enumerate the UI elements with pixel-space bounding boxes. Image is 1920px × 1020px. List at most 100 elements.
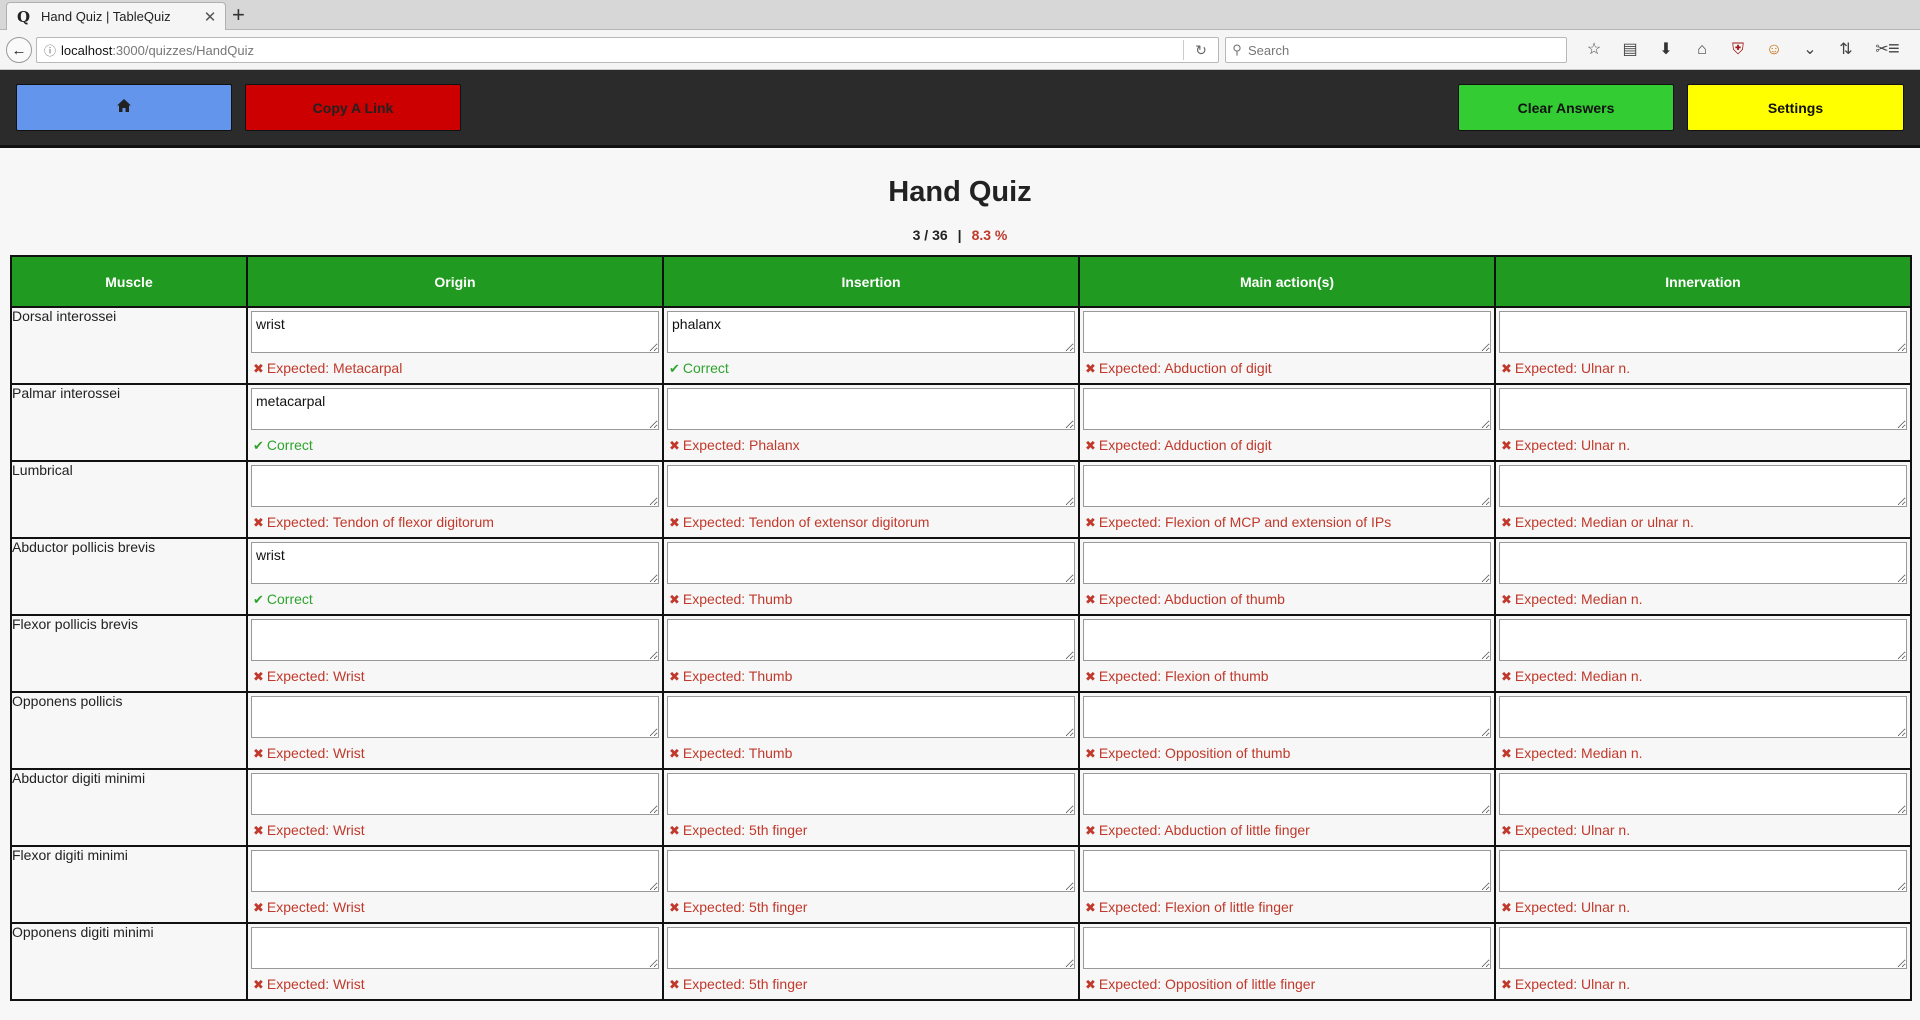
cross-icon: ✖ (1501, 823, 1512, 838)
bookmark-star-icon[interactable]: ☆ (1576, 38, 1612, 62)
extension-face-icon[interactable]: ☺ (1756, 38, 1792, 62)
answer-cell-innervation: ✖ Expected: Ulnar n. (1494, 768, 1912, 847)
answer-input-main-actions[interactable] (1083, 542, 1491, 584)
quiz-table-body: Dorsal interossei✖Expected: Metacarpal✔C… (10, 306, 1912, 1001)
answer-input-origin[interactable] (251, 927, 659, 969)
feedback-text: Expected: Ulnar n. (1514, 437, 1631, 453)
answer-input-insertion[interactable] (667, 542, 1075, 584)
feedback-expected: ✖ Expected: Ulnar n. (1499, 360, 1907, 377)
column-header-main-actions: Main action(s) (1078, 255, 1496, 308)
answer-input-main-actions[interactable] (1083, 850, 1491, 892)
table-row: Opponens digiti minimi ✖ Expected: Wrist ✖ E… (10, 922, 1912, 1001)
answer-cell-insertion: ✔Correct (662, 306, 1080, 385)
answer-input-origin[interactable] (251, 465, 659, 507)
answer-input-main-actions[interactable] (1083, 696, 1491, 738)
back-arrow-icon[interactable]: ← (6, 37, 32, 63)
answer-input-main-actions[interactable] (1083, 388, 1491, 430)
answer-input-innervation[interactable] (1499, 773, 1907, 815)
answer-input-insertion[interactable] (667, 311, 1075, 353)
feedback-text: Expected: Wrist (266, 745, 365, 761)
answer-input-insertion[interactable] (667, 927, 1075, 969)
cross-icon: ✖ (669, 977, 680, 992)
quiz-table: Muscle Origin Insertion Main action(s) I… (10, 255, 1912, 1001)
pocket-chevron-icon[interactable]: ⌄ (1792, 38, 1828, 62)
browser-tab-strip: Q Hand Quiz | TableQuiz ✕ + (0, 0, 1920, 30)
answer-input-main-actions[interactable] (1083, 465, 1491, 507)
settings-button[interactable]: Settings (1687, 84, 1904, 131)
hamburger-menu-icon[interactable]: ≡ (1888, 38, 1900, 61)
answer-input-origin[interactable] (251, 542, 659, 584)
reading-list-icon[interactable]: ▤ (1612, 38, 1648, 62)
column-header-innervation: Innervation (1494, 255, 1912, 308)
column-header-insertion: Insertion (662, 255, 1080, 308)
feedback-expected: ✖ Expected: 5th finger (667, 899, 1075, 916)
feedback-text: Expected: Tendon of extensor digitorum (682, 514, 930, 530)
answer-input-innervation[interactable] (1499, 465, 1907, 507)
feedback-expected: ✖ Expected: 5th finger (667, 976, 1075, 993)
answer-cell-origin: ✖ Expected: Tendon of flexor digitorum (246, 460, 664, 539)
answer-input-innervation[interactable] (1499, 927, 1907, 969)
feedback-text: Expected: Flexion of little finger (1098, 899, 1294, 915)
answer-input-innervation[interactable] (1499, 542, 1907, 584)
cross-icon: ✖ (1501, 669, 1512, 684)
table-row: Abductor digiti minimi ✖ Expected: Wrist ✖ E… (10, 768, 1912, 847)
check-icon: ✔ (253, 592, 264, 607)
answer-input-innervation[interactable] (1499, 619, 1907, 661)
cross-icon: ✖ (1501, 900, 1512, 915)
answer-input-origin[interactable] (251, 619, 659, 661)
reload-icon[interactable]: ↻ (1183, 40, 1218, 60)
answer-input-origin[interactable] (251, 773, 659, 815)
feedback-text: Correct (266, 437, 313, 453)
answer-input-origin[interactable] (251, 388, 659, 430)
answer-input-innervation[interactable] (1499, 696, 1907, 738)
answer-cell-innervation: ✖ Expected: Median n. (1494, 537, 1912, 616)
answer-input-main-actions[interactable] (1083, 619, 1491, 661)
muscle-name: Opponens pollicis (10, 691, 248, 770)
answer-input-innervation[interactable] (1499, 388, 1907, 430)
answer-input-insertion[interactable] (667, 850, 1075, 892)
score-count: 3 / 36 (912, 227, 948, 243)
close-tab-icon[interactable]: ✕ (201, 8, 219, 26)
answer-input-innervation[interactable] (1499, 311, 1907, 353)
copy-link-button[interactable]: Copy A Link (245, 84, 461, 131)
ublock-shield-icon[interactable]: ⛨ (1720, 38, 1756, 62)
cross-icon: ✖ (1085, 515, 1096, 530)
answer-input-main-actions[interactable] (1083, 927, 1491, 969)
answer-cell-innervation: ✖ Expected: Median n. (1494, 691, 1912, 770)
clear-answers-button[interactable]: Clear Answers (1458, 84, 1674, 131)
cross-icon: ✖ (669, 669, 680, 684)
browser-search-input[interactable]: ⚲ Search (1225, 37, 1567, 63)
answer-input-innervation[interactable] (1499, 850, 1907, 892)
answer-input-insertion[interactable] (667, 465, 1075, 507)
sync-arrows-icon[interactable]: ⇅ (1828, 38, 1864, 62)
url-bar[interactable]: ⓘ localhost:3000/quizzes/HandQuiz ↻ (36, 37, 1219, 63)
answer-input-insertion[interactable] (667, 619, 1075, 661)
muscle-name: Opponens digiti minimi (10, 922, 248, 1001)
answer-input-main-actions[interactable] (1083, 773, 1491, 815)
feedback-text: Expected: Ulnar n. (1514, 899, 1631, 915)
answer-input-insertion[interactable] (667, 773, 1075, 815)
browser-tab[interactable]: Q Hand Quiz | TableQuiz ✕ (6, 2, 226, 30)
answer-input-origin[interactable] (251, 311, 659, 353)
feedback-text: Expected: Metacarpal (266, 360, 403, 376)
feedback-expected: ✖ Expected: Flexion of MCP and extension … (1083, 514, 1491, 531)
answer-input-origin[interactable] (251, 696, 659, 738)
feedback-expected: ✖ Expected: Ulnar n. (1499, 437, 1907, 454)
cross-icon: ✖ (1085, 823, 1096, 838)
answer-input-insertion[interactable] (667, 696, 1075, 738)
feedback-expected: ✖ Expected: Adduction of digit (1083, 437, 1491, 454)
cross-icon: ✖ (1085, 438, 1096, 453)
answer-input-origin[interactable] (251, 850, 659, 892)
download-icon[interactable]: ⬇ (1648, 38, 1684, 62)
feedback-text: Correct (682, 360, 729, 376)
answer-cell-insertion: ✖ Expected: Thumb (662, 614, 1080, 693)
table-row: Flexor pollicis brevis ✖ Expected: Wrist ✖ E… (10, 614, 1912, 693)
new-tab-icon[interactable]: + (232, 3, 245, 27)
answer-input-insertion[interactable] (667, 388, 1075, 430)
answer-input-main-actions[interactable] (1083, 311, 1491, 353)
browser-home-icon[interactable]: ⌂ (1684, 38, 1720, 62)
answer-cell-insertion: ✖ Expected: Tendon of extensor digitorum (662, 460, 1080, 539)
feedback-text: Expected: Tendon of flexor digitorum (266, 514, 494, 530)
home-button[interactable] (16, 84, 232, 131)
info-icon[interactable]: ⓘ (39, 42, 61, 59)
